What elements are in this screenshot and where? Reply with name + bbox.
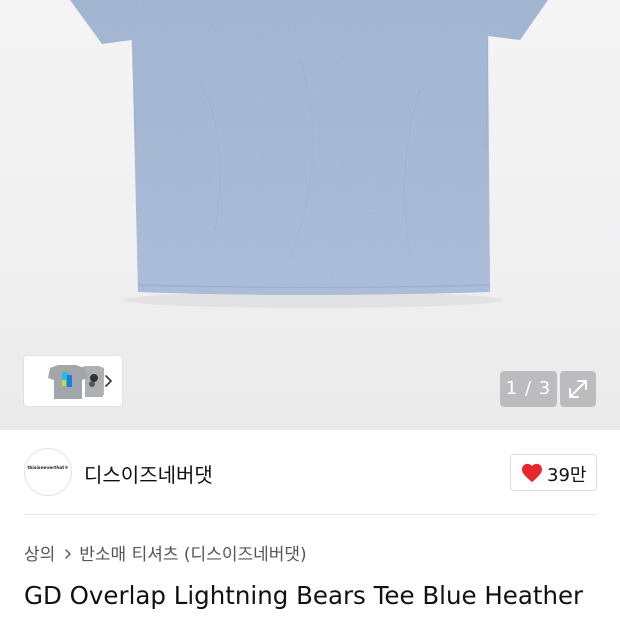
heart-icon [522, 463, 542, 483]
brand-logo[interactable]: thisisneverthat® [24, 448, 72, 496]
breadcrumb-subcategory[interactable]: 반소매 티셔츠 (디스이즈네버댓) [79, 545, 306, 565]
breadcrumb: 상의 반소매 티셔츠 (디스이즈네버댓) [24, 540, 307, 565]
product-title: GD Overlap Lightning Bears Tee Blue Heat… [24, 581, 584, 610]
thumbnail-images[interactable] [24, 356, 104, 406]
expand-icon[interactable] [560, 371, 596, 407]
product-image-gallery[interactable]: 1 / 3 [0, 0, 620, 430]
like-count: 39만 [547, 465, 587, 486]
brand-name[interactable]: 디스이즈네버댓 [84, 459, 213, 488]
breadcrumb-category[interactable]: 상의 [24, 545, 55, 565]
image-counter: 1 / 3 [500, 371, 557, 407]
brand-logo-text: thisisneverthat® [27, 466, 69, 471]
like-button[interactable]: 39만 [510, 454, 597, 491]
divider [24, 514, 596, 515]
chevron-right-icon[interactable] [102, 370, 116, 392]
chevron-right-icon [63, 546, 73, 560]
brand-row: thisisneverthat® 디스이즈네버댓 39만 [0, 430, 620, 514]
thumbnail-strip[interactable] [24, 356, 122, 406]
